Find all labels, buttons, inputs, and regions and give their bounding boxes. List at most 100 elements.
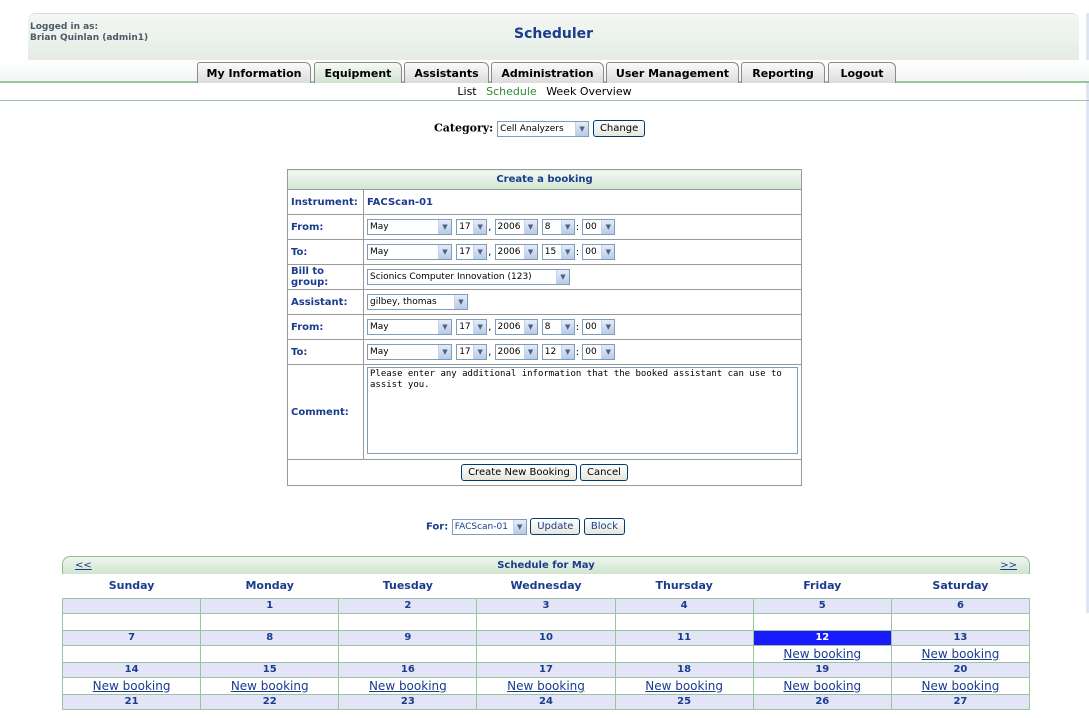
tab-assistants[interactable]: Assistants [404,62,489,83]
create-booking-button[interactable]: Create New Booking [461,464,577,481]
year-select[interactable]: 2006 ▼ [494,344,538,360]
month-select[interactable]: May ▼ [367,219,452,235]
for-label: For: [426,521,449,533]
new-booking-link[interactable]: New booking [507,679,585,693]
tab-logout[interactable]: Logout [828,62,896,83]
year-select[interactable]: 2006 ▼ [494,244,538,260]
assistant-from-label: From: [287,314,364,340]
minute-select[interactable]: 00 ▼ [582,344,616,360]
next-month-link[interactable]: >> [1000,560,1017,571]
month-select[interactable]: May ▼ [367,244,452,260]
new-booking-link[interactable]: New booking [645,679,723,693]
day-number: 5 [752,597,892,614]
tab-user-management[interactable]: User Management [606,62,739,83]
page-title: Scheduler [513,26,594,42]
assistant-select[interactable]: gilbey, thomas ▼ [367,294,468,310]
comment-field[interactable]: Please enter any additional information … [367,367,798,454]
form-title: Create a booking [287,169,802,190]
subnav: List Schedule Week Overview [0,85,1089,98]
day-number: 18 [614,661,754,678]
booking-form: Create a booking Instrument: FACScan-01 … [287,169,802,486]
day-number: 21 [61,693,202,710]
day-select[interactable]: 17 ▼ [456,344,488,360]
category-select[interactable]: Cell Analyzers ▼ [497,120,590,137]
block-button[interactable]: Block [583,518,625,535]
day-cell [614,612,754,631]
day-cell [476,644,616,663]
day-number: 16 [338,661,478,678]
day-header: Sunday [108,579,155,593]
new-booking-link[interactable]: New booking [231,679,309,693]
day-header: Saturday [932,579,989,593]
tab-my-information[interactable]: My Information [197,62,311,83]
day-select[interactable]: 17 ▼ [456,319,488,335]
day-cell: New booking [200,676,340,695]
to-datetime: May ▼ 17 ▼, 2006 ▼ 15 ▼: 00 ▼ [363,239,802,265]
month-select[interactable]: May ▼ [367,319,452,335]
for-row: For: FACScan-01 ▼ Update Block [426,518,625,535]
month-select[interactable]: May ▼ [367,344,452,360]
to-label: To: [287,239,364,265]
instrument-select[interactable]: FACScan-01 ▼ [451,518,527,535]
new-booking-link[interactable]: New booking [369,679,447,693]
tab-equipment[interactable]: Equipment [314,62,402,83]
day-cell: New booking [752,676,892,695]
new-booking-link[interactable]: New booking [783,679,861,693]
year-select[interactable]: 2006 ▼ [494,219,538,235]
tab-reporting[interactable]: Reporting [741,62,825,83]
comment-label: Comment: [287,364,364,460]
hour-select[interactable]: 8 ▼ [541,319,575,335]
tab-administration[interactable]: Administration [491,62,604,83]
minute-select[interactable]: 00 ▼ [582,219,616,235]
minute-select[interactable]: 00 ▼ [582,244,616,260]
day-cell [752,612,892,631]
day-number: 11 [614,629,754,646]
day-header: Thursday [655,579,713,593]
day-number: 26 [752,693,892,710]
day-cell: New booking [338,676,478,695]
hour-select[interactable]: 8 ▼ [541,219,575,235]
day-number: 6 [890,597,1031,614]
instrument-value: FACScan-01 [363,189,802,215]
day-cell [338,644,478,663]
day-number: 7 [61,629,202,646]
new-booking-link[interactable]: New booking [922,679,1000,693]
day-number: 3 [476,597,616,614]
day-number [61,597,202,614]
day-header: Monday [245,579,294,593]
day-cell [614,644,754,663]
subnav-week-overview[interactable]: Week Overview [546,85,631,98]
category-label: Category: [434,121,494,135]
year-select[interactable]: 2006 ▼ [494,319,538,335]
day-number: 4 [614,597,754,614]
day-number: 13 [890,629,1031,646]
day-number: 19 [752,661,892,678]
subnav-list[interactable]: List [457,85,476,98]
bill-group-select[interactable]: Scionics Computer Innovation (123) ▼ [367,269,570,285]
new-booking-link[interactable]: New booking [783,647,861,661]
day-select[interactable]: 17 ▼ [456,219,488,235]
change-button[interactable]: Change [592,120,646,137]
day-number: 24 [476,693,616,710]
day-cell [61,612,202,631]
hour-select[interactable]: 12 ▼ [541,344,575,360]
minute-select[interactable]: 00 ▼ [582,319,616,335]
day-cell: New booking [890,644,1031,663]
day-select[interactable]: 17 ▼ [456,244,488,260]
new-booking-link[interactable]: New booking [922,647,1000,661]
assistant-to-datetime: May ▼ 17 ▼, 2006 ▼ 12 ▼: 00 ▼ [363,339,802,365]
day-number: 8 [200,629,340,646]
instrument-select-value: FACScan-01 [454,521,508,532]
day-cell: New booking [476,676,616,695]
day-header: Wednesday [510,579,582,593]
subnav-schedule[interactable]: Schedule [486,85,537,98]
hour-select[interactable]: 15 ▼ [541,244,575,260]
new-booking-link[interactable]: New booking [93,679,171,693]
day-number: 22 [200,693,340,710]
day-number: 27 [890,693,1031,710]
update-button[interactable]: Update [530,518,581,535]
cancel-button[interactable]: Cancel [580,464,628,481]
day-number: 23 [338,693,478,710]
assistant-to-label: To: [287,339,364,365]
divider [0,100,1089,101]
